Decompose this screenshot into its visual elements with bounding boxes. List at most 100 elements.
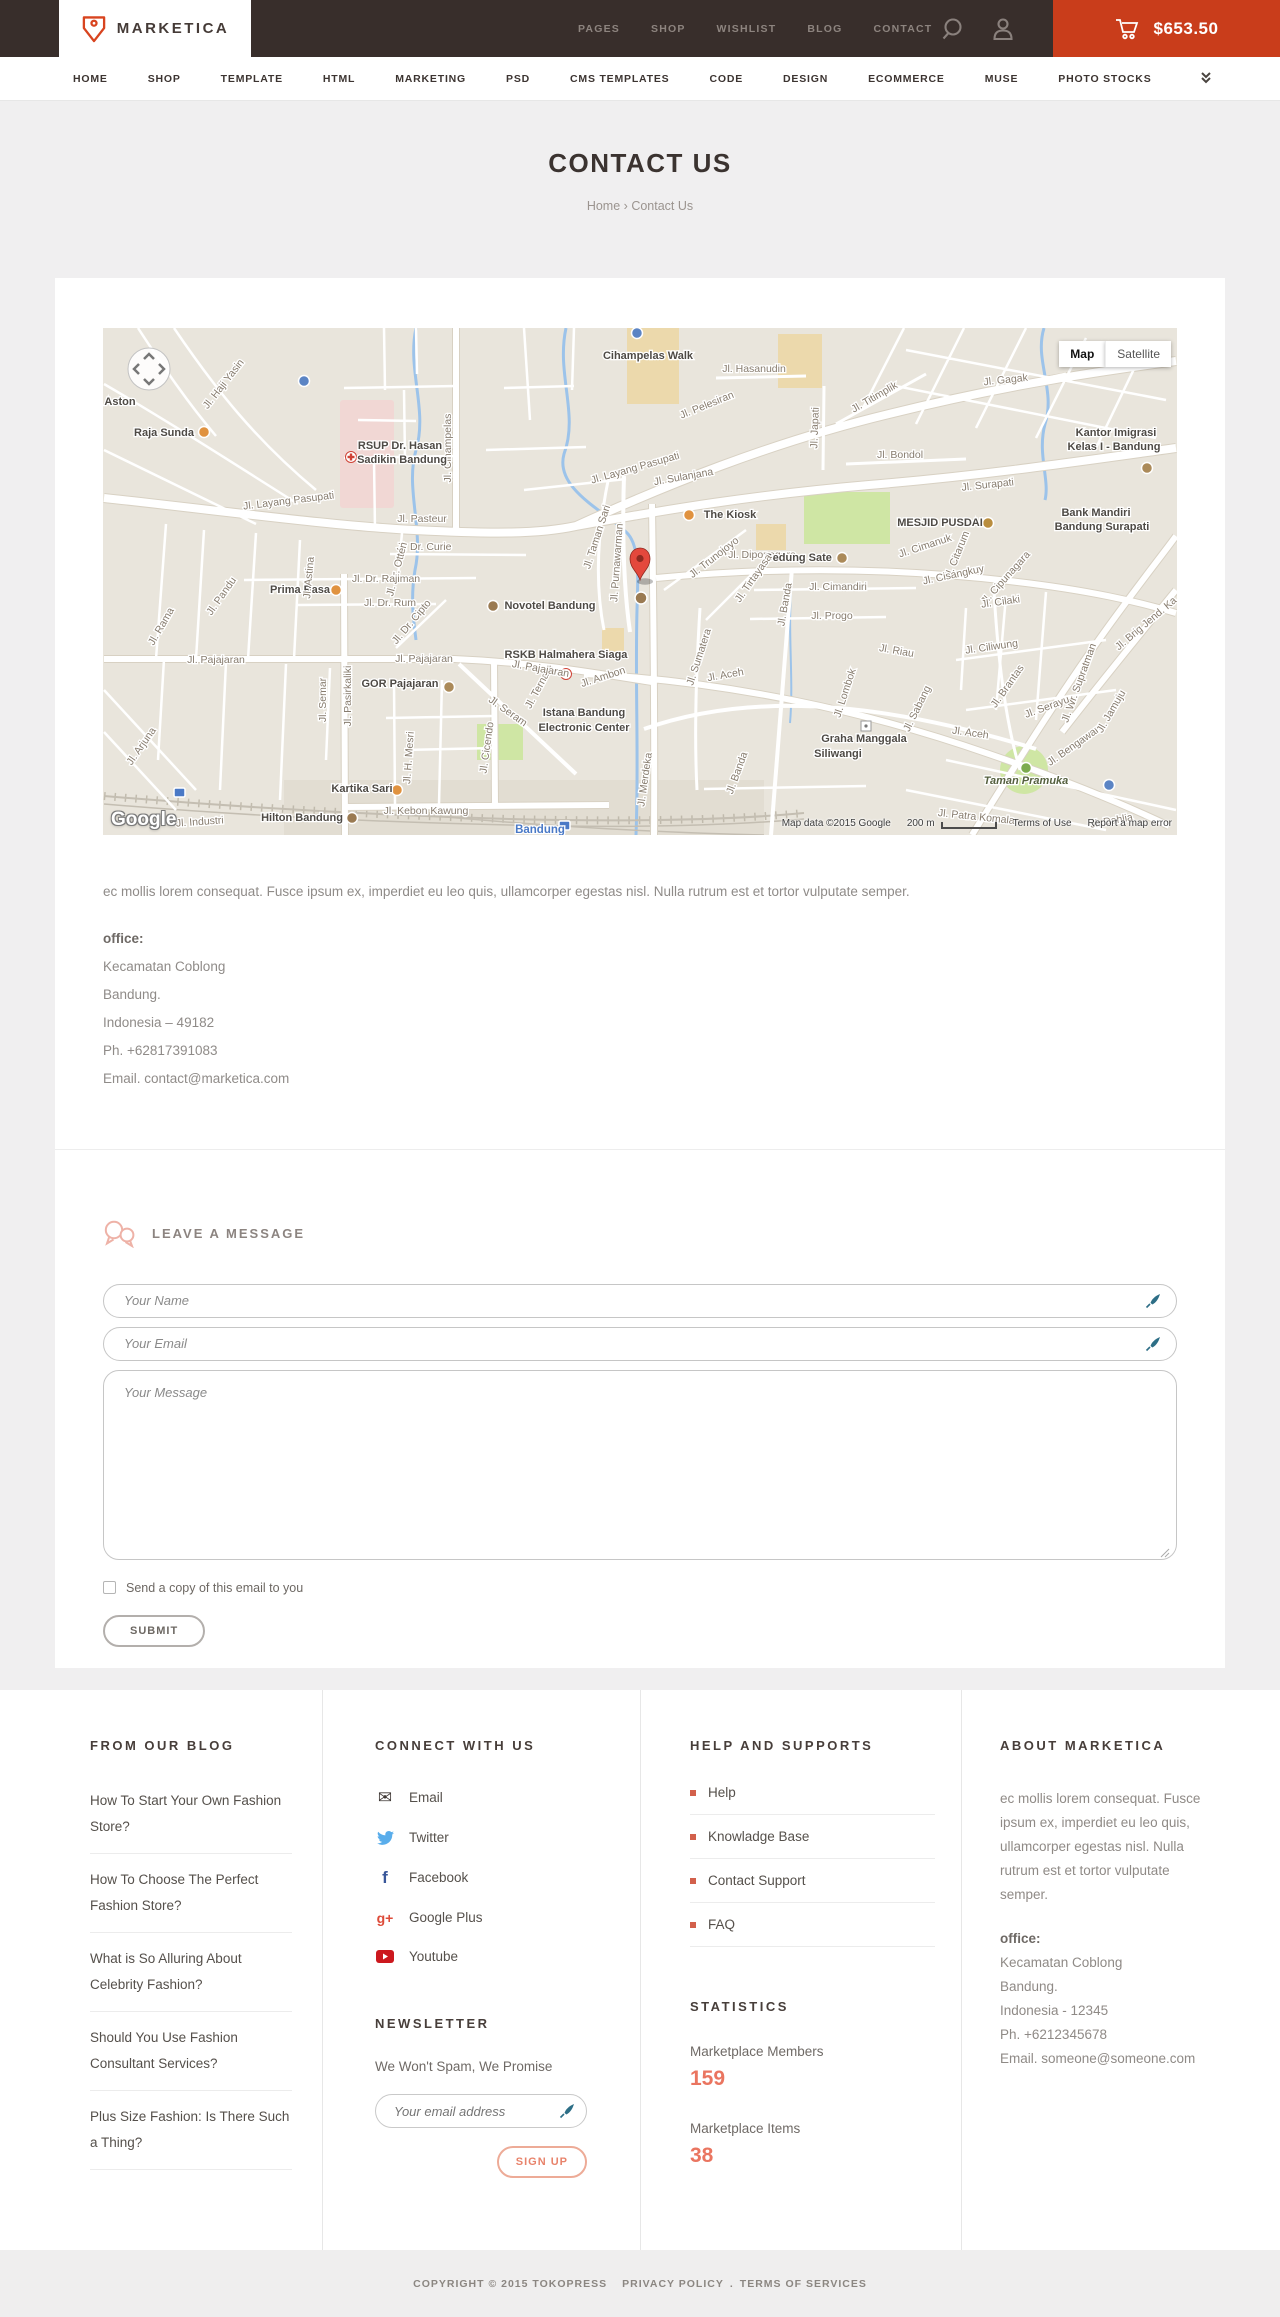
help-link-help[interactable]: Help <box>690 1771 935 1815</box>
copyright-bar: COPYRIGHT © 2015 TOKOPRESS PRIVACY POLIC… <box>0 2250 1280 2317</box>
statistics-heading: STATISTICS <box>690 1999 789 2014</box>
stat-value: 159 <box>690 2067 726 2090</box>
social-email-link[interactable]: ✉ Email <box>375 1777 587 1818</box>
map-label: Jl. Cihampelas <box>442 414 454 483</box>
header-icons <box>941 0 1014 57</box>
menu-design[interactable]: DESIGN <box>783 73 828 85</box>
map-label: Jl. Dr. Rajiman <box>352 573 420 585</box>
chevron-double-down-icon[interactable] <box>1200 71 1212 90</box>
menu-marketing[interactable]: MARKETING <box>395 73 466 85</box>
menu-ecommerce[interactable]: ECOMMERCE <box>868 73 945 85</box>
copyright-text: COPYRIGHT © 2015 TOKOPRESS <box>413 2277 608 2290</box>
map-label: Jl. Semar <box>317 677 329 722</box>
about-office-label: office: <box>1000 1931 1041 1946</box>
help-link-knowledge-base[interactable]: Knowladge Base <box>690 1815 935 1859</box>
top-nav-contact[interactable]: CONTACT <box>873 23 932 35</box>
menu-code[interactable]: CODE <box>709 73 743 85</box>
pen-icon <box>1145 1293 1160 1308</box>
social-facebook-link[interactable]: f Facebook <box>375 1857 587 1898</box>
square-bullet-icon <box>690 1789 696 1796</box>
menu-photo-stocks[interactable]: PHOTO STOCKS <box>1058 73 1151 85</box>
map-pan-control[interactable] <box>126 346 172 397</box>
office-address: office: Kecamatan Coblong Bandung. Indon… <box>103 925 1177 1093</box>
map-label: Aston <box>104 396 135 408</box>
map-label: MESJID PUSDAI <box>897 517 983 529</box>
cart-button[interactable]: $653.50 <box>1053 0 1280 57</box>
map-type-satellite-button[interactable]: Satellite <box>1105 341 1171 367</box>
menu-cms-templates[interactable]: CMS TEMPLATES <box>570 73 669 85</box>
square-bullet-icon <box>690 1833 696 1840</box>
pen-icon <box>1145 1336 1160 1351</box>
form-heading-text: LEAVE A MESSAGE <box>152 1226 306 1242</box>
map-type-map-button[interactable]: Map <box>1059 341 1106 367</box>
map-label: Taman Pramuka <box>984 775 1069 787</box>
map-scale: 200 m <box>907 818 997 829</box>
top-nav-blog[interactable]: BLOG <box>807 23 842 35</box>
office-line: Ph. +62817391083 <box>103 1042 218 1058</box>
top-nav-pages[interactable]: PAGES <box>578 23 620 35</box>
tag-icon <box>82 15 106 42</box>
blog-link[interactable]: Should You Use Fashion Consultant Servic… <box>90 2012 292 2091</box>
top-nav: PAGES SHOP WISHLIST BLOG CONTACT <box>578 0 932 57</box>
menu-html[interactable]: HTML <box>323 73 355 85</box>
terms-link[interactable]: TERMS OF SERVICES <box>740 2278 867 2290</box>
social-twitter-link[interactable]: Twitter <box>375 1818 587 1857</box>
user-account-icon[interactable] <box>992 17 1014 41</box>
brand-logo[interactable]: MARKETICA <box>59 0 251 57</box>
submit-button[interactable]: SUBMIT <box>103 1614 206 1647</box>
blog-link[interactable]: Plus Size Fashion: Is There Such a Thing… <box>90 2091 292 2170</box>
signup-button[interactable]: SIGN UP <box>496 2146 587 2178</box>
top-nav-shop[interactable]: SHOP <box>651 23 686 35</box>
about-office-line: Ph. +6212345678 <box>1000 2027 1107 2042</box>
menu-shop[interactable]: SHOP <box>148 73 181 85</box>
breadcrumb-home[interactable]: Home <box>587 199 620 213</box>
newsletter-email-input[interactable] <box>375 2094 587 2128</box>
privacy-policy-link[interactable]: PRIVACY POLICY <box>622 2278 724 2290</box>
resize-grabber-icon[interactable] <box>1160 1548 1170 1558</box>
facebook-icon: f <box>382 1868 388 1887</box>
footer-blog-column: FROM OUR BLOG How To Start Your Own Fash… <box>90 1690 292 2170</box>
map-label: Kantor Imigrasi <box>1076 427 1157 439</box>
link-separator: . <box>729 2277 734 2290</box>
cart-icon <box>1115 18 1138 39</box>
about-office-line: Kecamatan Coblong <box>1000 1955 1123 1970</box>
send-copy-checkbox[interactable] <box>103 1581 116 1595</box>
map-label: GOR Pajajaran <box>361 678 438 690</box>
social-label: Google Plus <box>409 1910 483 1925</box>
contact-intro: ec mollis lorem consequat. Fusce ipsum e… <box>103 884 910 899</box>
map-label: Novotel Bandung <box>504 600 595 612</box>
map-label: Bandung Surapati <box>1055 521 1150 533</box>
help-link-faq[interactable]: FAQ <box>690 1903 935 1947</box>
name-input[interactable] <box>103 1283 1177 1318</box>
pen-icon <box>559 2104 574 2119</box>
map-terms-link[interactable]: Terms of Use <box>1013 818 1072 829</box>
menu-home[interactable]: HOME <box>73 73 108 85</box>
map-label: Prima Rasa <box>270 584 331 596</box>
blog-link[interactable]: How To Choose The Perfect Fashion Store? <box>90 1854 292 1933</box>
social-googleplus-link[interactable]: g+ Google Plus <box>375 1898 587 1937</box>
googleplus-icon: g+ <box>376 1909 394 1926</box>
help-heading: HELP AND SUPPORTS <box>690 1738 874 1753</box>
email-input[interactable] <box>103 1326 1177 1361</box>
map-label: Bandung <box>515 824 565 835</box>
blog-heading: FROM OUR BLOG <box>90 1738 235 1753</box>
connect-heading: CONNECT WITH US <box>375 1738 536 1753</box>
menu-template[interactable]: TEMPLATE <box>221 73 283 85</box>
search-icon[interactable] <box>941 17 965 41</box>
map-label: Jl. Hasanudin <box>722 363 786 375</box>
blog-link[interactable]: How To Start Your Own Fashion Store? <box>90 1775 292 1854</box>
stat-value: 38 <box>690 2144 714 2167</box>
google-map[interactable]: Cihampelas Walk Jl. Cihampelas Jl. Haji Ya… <box>103 328 1177 835</box>
map-report-error-link[interactable]: Report a map error <box>1088 818 1172 829</box>
social-youtube-link[interactable]: Youtube <box>375 1937 587 1976</box>
top-nav-wishlist[interactable]: WISHLIST <box>717 23 777 35</box>
office-line: Bandung. <box>103 986 161 1002</box>
menu-psd[interactable]: PSD <box>506 73 530 85</box>
about-office-line: Indonesia - 12345 <box>1000 2003 1109 2018</box>
blog-link[interactable]: What is So Alluring About Celebrity Fash… <box>90 1933 292 2012</box>
message-textarea[interactable] <box>103 1369 1177 1560</box>
google-logo[interactable]: Google <box>111 809 176 831</box>
menu-muse[interactable]: MUSE <box>985 73 1019 85</box>
help-link-contact-support[interactable]: Contact Support <box>690 1859 935 1903</box>
map-label: Jl. Bondol <box>877 449 923 461</box>
